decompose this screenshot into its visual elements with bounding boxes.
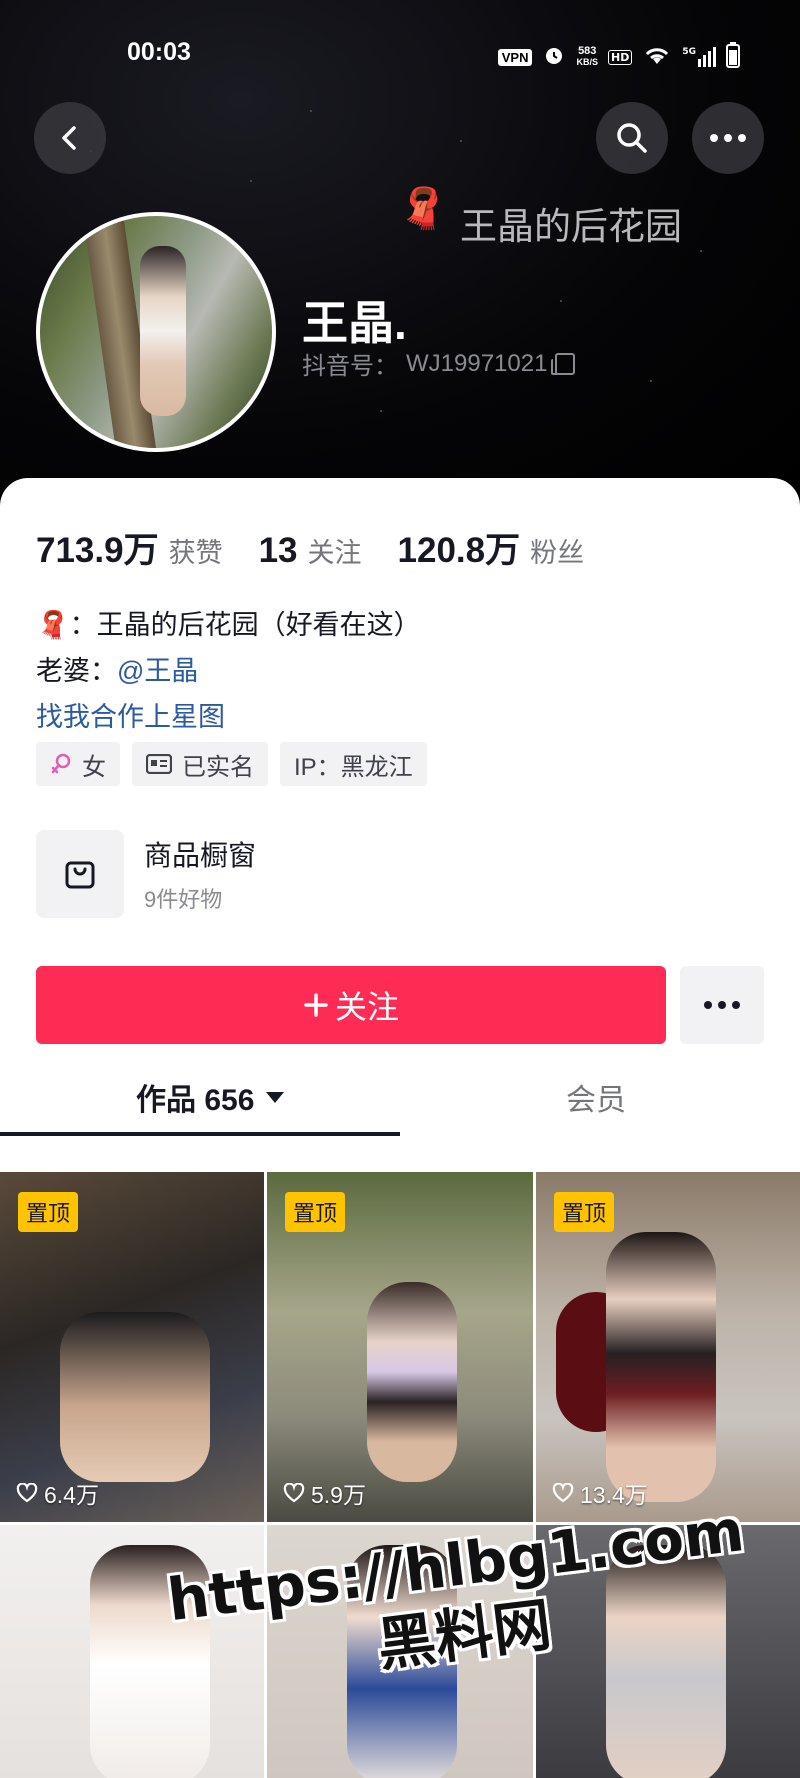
shop-subtitle: 9件好物 xyxy=(144,887,223,912)
more-horizontal-icon xyxy=(710,134,746,142)
video-thumbnail[interactable]: 置顶 5.9万 xyxy=(267,1172,533,1522)
garden-title[interactable]: 王晶的后花园 xyxy=(460,196,682,250)
avatar[interactable] xyxy=(36,212,276,452)
back-button[interactable] xyxy=(34,102,106,174)
star-dot xyxy=(460,140,462,142)
alarm-icon xyxy=(542,43,566,71)
star-dot xyxy=(250,180,252,182)
likes-label: 获赞 xyxy=(168,538,223,568)
more-actions-button[interactable] xyxy=(680,966,764,1044)
ip-tag: IP：黑龙江 xyxy=(280,742,427,786)
tab-works-label: 作品 656 xyxy=(136,1084,255,1117)
bio-line-1: ：王晶的后花园（好看在这） xyxy=(69,610,421,640)
battery-icon xyxy=(726,42,740,72)
copy-icon[interactable] xyxy=(551,352,576,375)
star-dot xyxy=(560,300,562,302)
tab-member-label: 会员 xyxy=(566,1084,626,1117)
tab-indicator xyxy=(0,1132,400,1136)
tab-works[interactable]: 作品 656 xyxy=(136,1058,285,1136)
video-thumbnail[interactable]: 置顶 13.4万 xyxy=(536,1172,800,1522)
douyin-id[interactable]: 抖音号： WJ19971021 xyxy=(302,346,576,381)
likes-count: 6.4万 xyxy=(44,1482,99,1508)
profile-header: 00:03 VPN 583 KB/S HD 5G 🧣 王晶的后花园 王晶. 抖音… xyxy=(0,0,800,500)
chevron-left-icon xyxy=(62,126,76,150)
bio-line-2-prefix: 老婆： xyxy=(36,656,117,686)
mention-link[interactable]: @王晶 xyxy=(117,656,198,686)
video-thumbnail[interactable]: 置顶 6.4万 xyxy=(0,1172,264,1522)
more-horizontal-icon xyxy=(704,1001,740,1009)
caret-down-icon xyxy=(266,1091,285,1103)
shop-title: 商品橱窗 xyxy=(144,840,257,871)
nickname: 王晶. xyxy=(302,297,407,349)
bio: 🧣：王晶的后花园（好看在这） 老婆：@王晶 找我合作上星图 xyxy=(36,602,421,740)
ip-label: IP：黑龙江 xyxy=(294,753,413,781)
video-grid: 置顶 6.4万 置顶 5.9万 置顶 13.4万 xyxy=(0,1172,800,1778)
heart-icon xyxy=(16,1483,38,1503)
net-speed-value: 583 xyxy=(578,45,597,57)
network-type: 5G xyxy=(682,47,696,57)
likes-count: 13.4万 xyxy=(580,1482,648,1508)
douyin-id-value: WJ19971021 xyxy=(406,349,548,377)
search-button[interactable] xyxy=(596,102,668,174)
scarf-emoji: 🧣 xyxy=(36,610,70,640)
net-speed: 583 KB/S xyxy=(576,46,598,68)
cooperation-link[interactable]: 找我合作上星图 xyxy=(36,702,225,732)
status-bar: 00:03 VPN 583 KB/S HD 5G xyxy=(0,28,800,78)
shop-window[interactable]: 商品橱窗 9件好物 xyxy=(36,830,256,918)
star-dot xyxy=(310,110,312,112)
heart-icon xyxy=(552,1483,574,1503)
wifi-icon xyxy=(642,44,672,70)
content-tabs: 作品 656 会员 xyxy=(0,1058,800,1136)
follow-label: 关注 xyxy=(334,989,399,1025)
likes-count: 5.9万 xyxy=(311,1482,366,1508)
female-icon xyxy=(51,753,71,774)
net-speed-unit: KB/S xyxy=(576,57,598,67)
verified-label: 已实名 xyxy=(182,753,254,781)
video-likes: 6.4万 xyxy=(16,1476,99,1510)
likes-count: 713.9万 xyxy=(36,531,159,570)
pinned-badge: 置顶 xyxy=(18,1192,79,1232)
heart-icon xyxy=(283,1483,305,1503)
video-likes: 5.9万 xyxy=(283,1476,366,1510)
clock: 00:03 xyxy=(127,38,191,66)
search-icon xyxy=(617,123,647,153)
star-dot xyxy=(380,410,382,412)
gender-label: 女 xyxy=(82,753,106,781)
tab-member[interactable]: 会员 xyxy=(566,1058,626,1136)
signal-icon: 5G xyxy=(682,47,716,67)
following-label[interactable]: 关注 xyxy=(308,531,362,570)
follow-button[interactable]: 关注 xyxy=(36,966,666,1044)
stats-row: 713.9万 获赞 13 关注 120.8万 粉丝 xyxy=(36,522,620,573)
vpn-badge: VPN xyxy=(497,48,533,66)
star-dot xyxy=(650,380,652,382)
followers-count[interactable]: 120.8万 xyxy=(398,522,521,573)
pinned-badge: 置顶 xyxy=(554,1192,615,1232)
verified-tag: 已实名 xyxy=(132,742,268,786)
following-count[interactable]: 13 xyxy=(259,531,298,571)
video-likes: 13.4万 xyxy=(552,1476,648,1510)
hd-badge: HD xyxy=(608,49,633,65)
shopping-bag-icon xyxy=(36,830,124,918)
plus-icon xyxy=(304,993,328,1017)
more-button[interactable] xyxy=(692,102,764,174)
scarf-emoji: 🧣 xyxy=(398,186,448,232)
pinned-badge: 置顶 xyxy=(285,1192,346,1232)
profile-tags: 女 已实名 IP：黑龙江 xyxy=(36,742,427,786)
star-dot xyxy=(700,250,702,252)
followers-label[interactable]: 粉丝 xyxy=(530,531,584,570)
id-card-icon xyxy=(146,754,172,774)
gender-tag: 女 xyxy=(36,742,120,786)
douyin-id-label: 抖音号： xyxy=(302,353,398,380)
